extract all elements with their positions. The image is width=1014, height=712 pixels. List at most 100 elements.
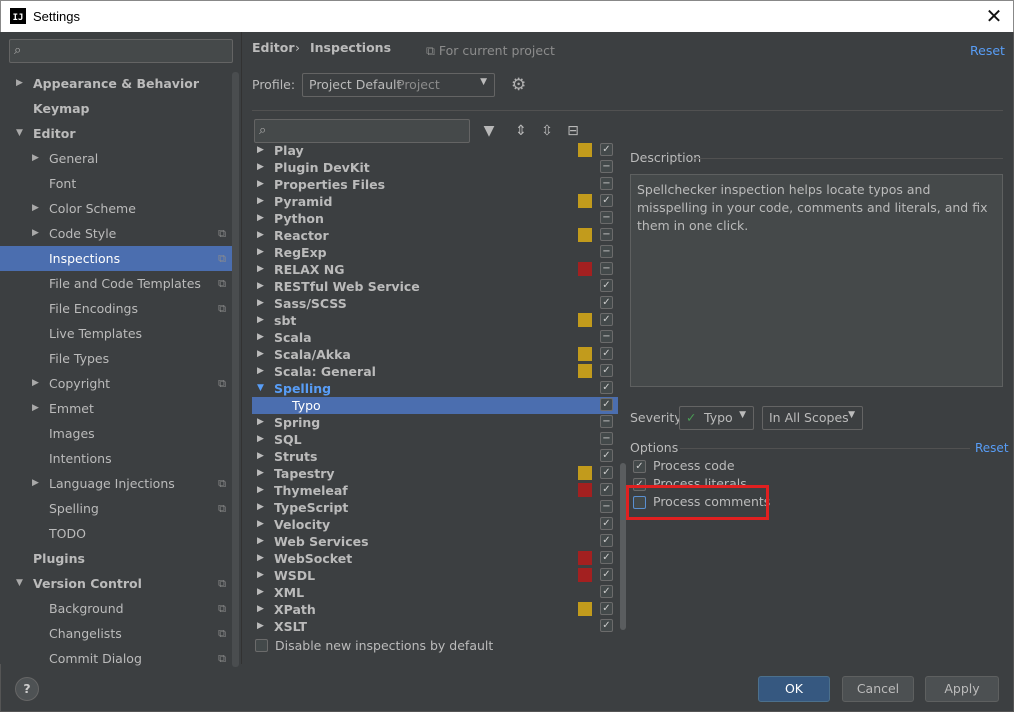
collapsed-arrow-icon[interactable]: ▶: [257, 312, 264, 329]
collapsed-arrow-icon[interactable]: ▶: [257, 346, 264, 363]
inspection-row-play[interactable]: ▶ Play ✓: [252, 143, 618, 159]
collapsed-arrow-icon[interactable]: ▶: [257, 601, 264, 618]
inspection-row-scala[interactable]: ▶ Scala −: [252, 329, 618, 346]
scope-dropdown[interactable]: In All Scopes ▼: [762, 406, 863, 430]
inspection-row-typo[interactable]: Typo ✓: [252, 397, 618, 414]
help-button[interactable]: ?: [15, 677, 39, 701]
inspection-enabled-checkbox[interactable]: ✓: [600, 534, 613, 547]
inspection-row-regexp[interactable]: ▶ RegExp −: [252, 244, 618, 261]
inspection-row-xpath[interactable]: ▶ XPath ✓: [252, 601, 618, 618]
inspection-row-pyramid[interactable]: ▶ Pyramid ✓: [252, 193, 618, 210]
collapsed-arrow-icon[interactable]: ▶: [257, 448, 264, 465]
inspection-enabled-checkbox[interactable]: ✓: [600, 619, 613, 632]
inspection-row-relax-ng[interactable]: ▶ RELAX NG −: [252, 261, 618, 278]
collapsed-arrow-icon[interactable]: ▶: [257, 193, 264, 210]
expanded-arrow-icon[interactable]: ▼: [16, 571, 23, 596]
sidebar-item-language-injections[interactable]: ▶ Language Injections ⧉: [0, 471, 232, 496]
inspection-enabled-checkbox[interactable]: ✓: [600, 466, 613, 479]
collapsed-arrow-icon[interactable]: ▶: [32, 371, 39, 396]
inspection-row-tapestry[interactable]: ▶ Tapestry ✓: [252, 465, 618, 482]
inspection-row-struts[interactable]: ▶ Struts ✓: [252, 448, 618, 465]
collapsed-arrow-icon[interactable]: ▶: [257, 176, 264, 193]
inspection-enabled-checkbox[interactable]: ✓: [600, 551, 613, 564]
sidebar-item-code-style[interactable]: ▶ Code Style ⧉: [0, 221, 232, 246]
inspection-enabled-checkbox[interactable]: ✓: [600, 143, 613, 156]
options-reset-link[interactable]: Reset: [975, 441, 1009, 455]
filter-icon[interactable]: ▼: [479, 121, 499, 141]
collapsed-arrow-icon[interactable]: ▶: [257, 143, 264, 159]
breadcrumb-editor[interactable]: Editor: [252, 40, 295, 55]
inspection-row-typescript[interactable]: ▶ TypeScript −: [252, 499, 618, 516]
inspection-enabled-checkbox[interactable]: ✓: [600, 347, 613, 360]
expanded-arrow-icon[interactable]: ▼: [257, 380, 264, 397]
inspection-row-scala-akka[interactable]: ▶ Scala/Akka ✓: [252, 346, 618, 363]
sidebar-item-file-types[interactable]: File Types: [0, 346, 232, 371]
sidebar-item-background[interactable]: Background ⧉: [0, 596, 232, 621]
inspection-row-velocity[interactable]: ▶ Velocity ✓: [252, 516, 618, 533]
close-icon[interactable]: ✕: [983, 5, 1005, 27]
apply-button[interactable]: Apply: [925, 676, 999, 702]
sidebar-item-copyright[interactable]: ▶ Copyright ⧉: [0, 371, 232, 396]
sidebar-search-input[interactable]: ⌕: [9, 39, 233, 63]
inspection-row-thymeleaf[interactable]: ▶ Thymeleaf ✓: [252, 482, 618, 499]
inspection-row-python[interactable]: ▶ Python −: [252, 210, 618, 227]
inspection-enabled-checkbox[interactable]: −: [600, 330, 613, 343]
collapsed-arrow-icon[interactable]: ▶: [257, 414, 264, 431]
inspection-enabled-checkbox[interactable]: ✓: [600, 568, 613, 581]
expanded-arrow-icon[interactable]: ▼: [16, 121, 23, 146]
collapsed-arrow-icon[interactable]: ▶: [32, 146, 39, 171]
cancel-button[interactable]: Cancel: [842, 676, 914, 702]
sidebar-item-commit-dialog[interactable]: Commit Dialog ⧉: [0, 646, 232, 671]
ok-button[interactable]: OK: [758, 676, 830, 702]
collapsed-arrow-icon[interactable]: ▶: [257, 465, 264, 482]
sidebar-item-emmet[interactable]: ▶ Emmet: [0, 396, 232, 421]
sidebar-item-font[interactable]: Font: [0, 171, 232, 196]
collapsed-arrow-icon[interactable]: ▶: [257, 499, 264, 516]
inspection-row-restful-web-service[interactable]: ▶ RESTful Web Service ✓: [252, 278, 618, 295]
collapsed-arrow-icon[interactable]: ▶: [257, 227, 264, 244]
inspection-enabled-checkbox[interactable]: ✓: [600, 364, 613, 377]
collapsed-arrow-icon[interactable]: ▶: [257, 533, 264, 550]
inspection-enabled-checkbox[interactable]: ✓: [600, 449, 613, 462]
inspection-enabled-checkbox[interactable]: ✓: [600, 483, 613, 496]
inspection-enabled-checkbox[interactable]: −: [600, 245, 613, 258]
inspection-search-input[interactable]: ⌕: [254, 119, 470, 143]
inspection-enabled-checkbox[interactable]: −: [600, 211, 613, 224]
profile-dropdown[interactable]: Project Default Project ▼: [302, 73, 495, 97]
inspection-enabled-checkbox[interactable]: ✓: [600, 313, 613, 326]
inspection-enabled-checkbox[interactable]: −: [600, 160, 613, 173]
sidebar-item-keymap[interactable]: Keymap: [0, 96, 232, 121]
inspection-enabled-checkbox[interactable]: ✓: [600, 517, 613, 530]
sidebar-item-spelling[interactable]: Spelling ⧉: [0, 496, 232, 521]
sidebar-item-todo[interactable]: TODO: [0, 521, 232, 546]
inspection-row-properties-files[interactable]: ▶ Properties Files −: [252, 176, 618, 193]
inspection-enabled-checkbox[interactable]: ✓: [600, 381, 613, 394]
collapsed-arrow-icon[interactable]: ▶: [257, 567, 264, 584]
expand-all-icon[interactable]: ⇕: [511, 121, 531, 141]
inspection-row-xslt[interactable]: ▶ XSLT ✓: [252, 618, 618, 635]
inspection-row-spring[interactable]: ▶ Spring −: [252, 414, 618, 431]
sidebar-item-appearance-behavior[interactable]: ▶ Appearance & Behavior: [0, 71, 232, 96]
gear-icon[interactable]: ⚙: [511, 75, 526, 95]
sidebar-item-color-scheme[interactable]: ▶ Color Scheme: [0, 196, 232, 221]
sidebar-item-version-control[interactable]: ▼ Version Control ⧉: [0, 571, 232, 596]
reset-link[interactable]: Reset: [970, 43, 1005, 58]
inspection-row-websocket[interactable]: ▶ WebSocket ✓: [252, 550, 618, 567]
collapsed-arrow-icon[interactable]: ▶: [257, 482, 264, 499]
inspection-enabled-checkbox[interactable]: ✓: [600, 194, 613, 207]
inspection-row-web-services[interactable]: ▶ Web Services ✓: [252, 533, 618, 550]
inspection-row-plugin-devkit[interactable]: ▶ Plugin DevKit −: [252, 159, 618, 176]
collapsed-arrow-icon[interactable]: ▶: [257, 329, 264, 346]
sidebar-item-file-encodings[interactable]: File Encodings ⧉: [0, 296, 232, 321]
sidebar-item-changelists[interactable]: Changelists ⧉: [0, 621, 232, 646]
sidebar-item-inspections[interactable]: Inspections ⧉: [0, 246, 232, 271]
inspection-enabled-checkbox[interactable]: ✓: [600, 602, 613, 615]
inspection-enabled-checkbox[interactable]: −: [600, 432, 613, 445]
inspection-enabled-checkbox[interactable]: −: [600, 500, 613, 513]
inspection-enabled-checkbox[interactable]: −: [600, 228, 613, 241]
inspection-row-spelling[interactable]: ▼ Spelling ✓: [252, 380, 618, 397]
reset-to-default-icon[interactable]: ⊟: [563, 121, 583, 141]
collapsed-arrow-icon[interactable]: ▶: [32, 396, 39, 421]
collapsed-arrow-icon[interactable]: ▶: [32, 196, 39, 221]
collapsed-arrow-icon[interactable]: ▶: [32, 471, 39, 496]
